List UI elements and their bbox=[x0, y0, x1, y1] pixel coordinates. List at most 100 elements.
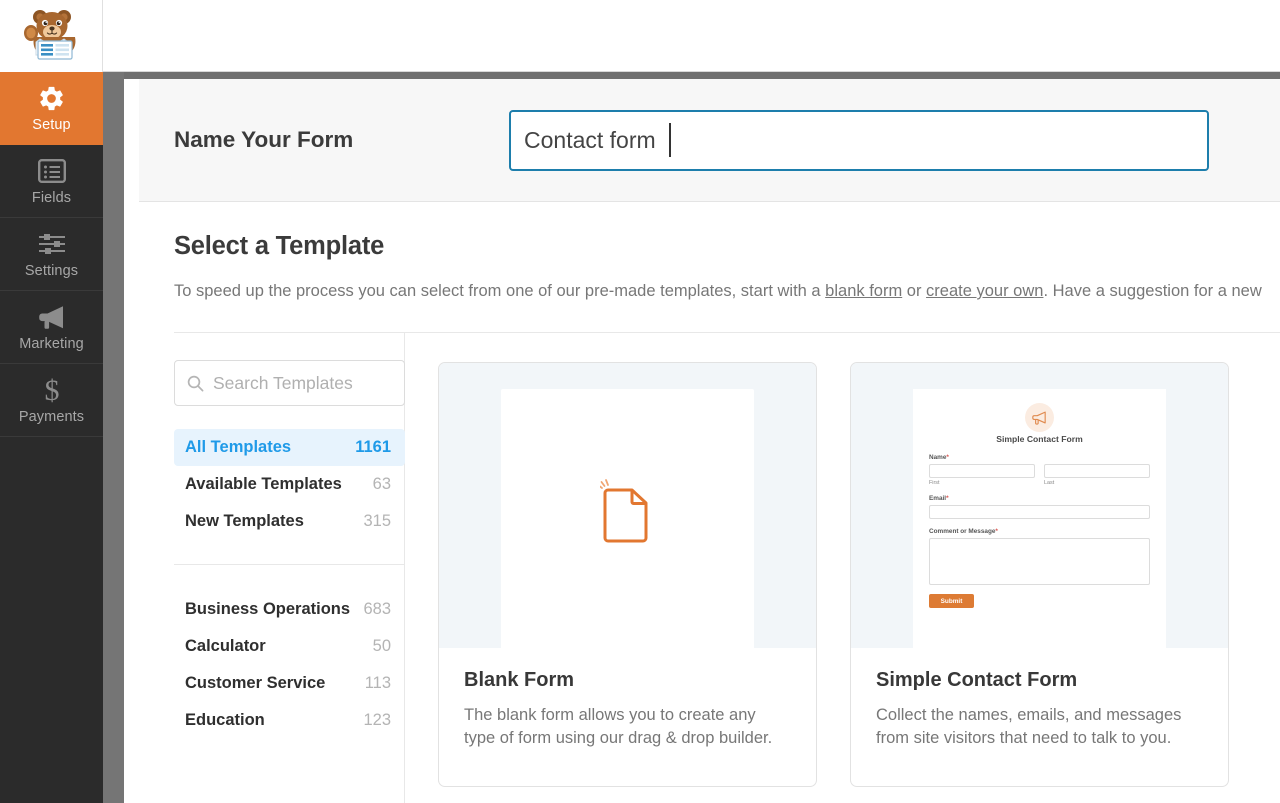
preview-field-label: Comment or Message* bbox=[929, 528, 1150, 535]
template-card-body: Blank Form The blank form allows you to … bbox=[439, 648, 816, 749]
category-label: Education bbox=[185, 711, 265, 730]
filters-divider bbox=[174, 564, 405, 566]
blank-form-link[interactable]: blank form bbox=[825, 282, 902, 300]
preview-field-email: Email* bbox=[929, 495, 1150, 520]
template-card-body: Simple Contact Form Collect the names, e… bbox=[851, 648, 1228, 749]
template-preview bbox=[439, 363, 816, 649]
horizontal-scrollbar[interactable] bbox=[124, 72, 1280, 79]
form-name-input[interactable] bbox=[509, 109, 1209, 171]
required-marker: * bbox=[946, 495, 949, 503]
preview-field-label: Email* bbox=[929, 495, 1150, 502]
sidebar-item-label: Settings bbox=[24, 263, 79, 280]
preview-field-label: Name* bbox=[929, 454, 1150, 461]
wpforms-logo bbox=[0, 0, 103, 72]
category-label: Business Operations bbox=[185, 600, 351, 619]
template-card-blank-form[interactable]: Blank Form The blank form allows you to … bbox=[438, 362, 817, 788]
category-count: 50 bbox=[372, 637, 391, 656]
filter-all-templates[interactable]: All Templates 1161 bbox=[174, 429, 405, 467]
sidebar-item-label: Marketing bbox=[19, 336, 84, 353]
form-name-input-wrapper bbox=[509, 109, 1209, 171]
preview-form-title: Simple Contact Form bbox=[996, 434, 1083, 445]
contact-form-preview: Simple Contact Form Name* First Last Ema… bbox=[913, 389, 1166, 649]
category-label: Customer Service bbox=[185, 674, 326, 693]
search-icon bbox=[187, 375, 204, 392]
sidebar-item-settings[interactable]: Settings bbox=[0, 218, 103, 291]
section-description: To speed up the process you can select f… bbox=[174, 280, 1262, 302]
list-icon bbox=[37, 156, 66, 186]
category-count: 123 bbox=[363, 711, 391, 730]
preview-label-text: Name bbox=[929, 454, 947, 462]
category-business-operations[interactable]: Business Operations 683 bbox=[174, 591, 405, 628]
filter-label: All Templates bbox=[185, 438, 292, 457]
gear-icon bbox=[37, 83, 66, 113]
template-card-simple-contact-form[interactable]: Simple Contact Form Name* First Last Ema… bbox=[850, 362, 1229, 788]
sidebar-item-label: Fields bbox=[31, 190, 72, 207]
preview-sublabel: Last bbox=[1044, 480, 1055, 487]
preview-submit-button: Submit bbox=[929, 594, 974, 609]
description-text-2: or bbox=[902, 282, 927, 300]
template-filters-column: All Templates 1161 Available Templates 6… bbox=[139, 333, 405, 803]
template-filter-list: All Templates 1161 Available Templates 6… bbox=[174, 429, 405, 540]
sliders-icon bbox=[37, 229, 67, 259]
sidebar-item-setup[interactable]: Setup bbox=[0, 72, 103, 145]
preview-textarea bbox=[929, 538, 1150, 586]
template-preview: Simple Contact Form Name* First Last Ema… bbox=[851, 363, 1228, 649]
template-card-description: Collect the names, emails, and messages … bbox=[876, 706, 1182, 747]
category-label: Calculator bbox=[185, 637, 266, 656]
dollar-icon: $ bbox=[41, 375, 63, 405]
category-education[interactable]: Education 123 bbox=[174, 702, 405, 739]
category-count: 113 bbox=[364, 674, 391, 693]
sidebar-item-payments[interactable]: $ Payments bbox=[0, 364, 103, 437]
sidebar-item-marketing[interactable]: Marketing bbox=[0, 291, 103, 364]
sidebar-item-label: Setup bbox=[32, 117, 71, 134]
preview-input bbox=[1044, 464, 1150, 479]
search-input[interactable] bbox=[213, 372, 392, 394]
filter-count: 1161 bbox=[355, 438, 391, 457]
wpforms-builder-window: Setup Fields Settings Marketing $ Paymen… bbox=[0, 0, 1280, 803]
template-card-description: The blank form allows you to create any … bbox=[464, 706, 773, 747]
filter-new-templates[interactable]: New Templates 315 bbox=[174, 503, 405, 540]
filter-label: New Templates bbox=[185, 512, 304, 531]
form-name-row: Name Your Form bbox=[139, 79, 1280, 202]
builder-topbar bbox=[103, 0, 1280, 72]
filter-label: Available Templates bbox=[185, 475, 342, 494]
filter-count: 63 bbox=[372, 475, 391, 494]
preview-label-text: Comment or Message bbox=[929, 528, 996, 536]
page-scrollbar[interactable] bbox=[103, 72, 124, 803]
megaphone-icon bbox=[37, 302, 67, 332]
preview-field-message: Comment or Message* bbox=[929, 528, 1150, 586]
template-section-header: Select a Template To speed up the proces… bbox=[139, 202, 1280, 302]
megaphone-icon bbox=[1025, 403, 1054, 433]
category-calculator[interactable]: Calculator 50 bbox=[174, 628, 405, 665]
template-card-title: Blank Form bbox=[464, 669, 575, 692]
search-templates-box[interactable] bbox=[174, 360, 405, 407]
template-card-title: Simple Contact Form bbox=[876, 669, 1078, 692]
category-customer-service[interactable]: Customer Service 113 bbox=[174, 665, 405, 702]
preview-name-row: First Last bbox=[929, 464, 1150, 486]
svg-text:$: $ bbox=[44, 375, 59, 405]
preview-label-text: Email bbox=[929, 495, 947, 503]
template-card-grid: Blank Form The blank form allows you to … bbox=[438, 362, 1280, 788]
create-your-own-link[interactable]: create your own bbox=[926, 282, 1043, 300]
description-text-1: To speed up the process you can select f… bbox=[174, 282, 826, 300]
sidebar-item-fields[interactable]: Fields bbox=[0, 145, 103, 218]
preview-field-name: Name* First Last bbox=[929, 454, 1150, 486]
blank-document-icon bbox=[596, 477, 656, 548]
section-title: Select a Template bbox=[174, 232, 385, 260]
filter-count: 315 bbox=[363, 512, 391, 531]
category-count: 683 bbox=[363, 600, 391, 619]
preview-input bbox=[929, 464, 1035, 479]
template-browser: All Templates 1161 Available Templates 6… bbox=[139, 333, 1280, 803]
preview-input bbox=[929, 505, 1150, 520]
builder-sidebar: Setup Fields Settings Marketing $ Paymen… bbox=[0, 0, 103, 803]
wpforms-bear-mascot-icon bbox=[24, 10, 76, 60]
setup-panel: Name Your Form Select a Template To spee… bbox=[139, 79, 1280, 803]
preview-icon-wrap bbox=[929, 403, 1150, 433]
form-name-label: Name Your Form bbox=[174, 127, 354, 152]
preview-first-name: First bbox=[929, 464, 1035, 486]
sidebar-item-label: Payments bbox=[18, 409, 85, 426]
description-text-3: . Have a suggestion for a new bbox=[1043, 282, 1262, 300]
template-category-list: Business Operations 683 Calculator 50 Cu… bbox=[174, 591, 404, 739]
filter-available-templates[interactable]: Available Templates 63 bbox=[174, 466, 405, 503]
required-marker: * bbox=[946, 454, 949, 462]
